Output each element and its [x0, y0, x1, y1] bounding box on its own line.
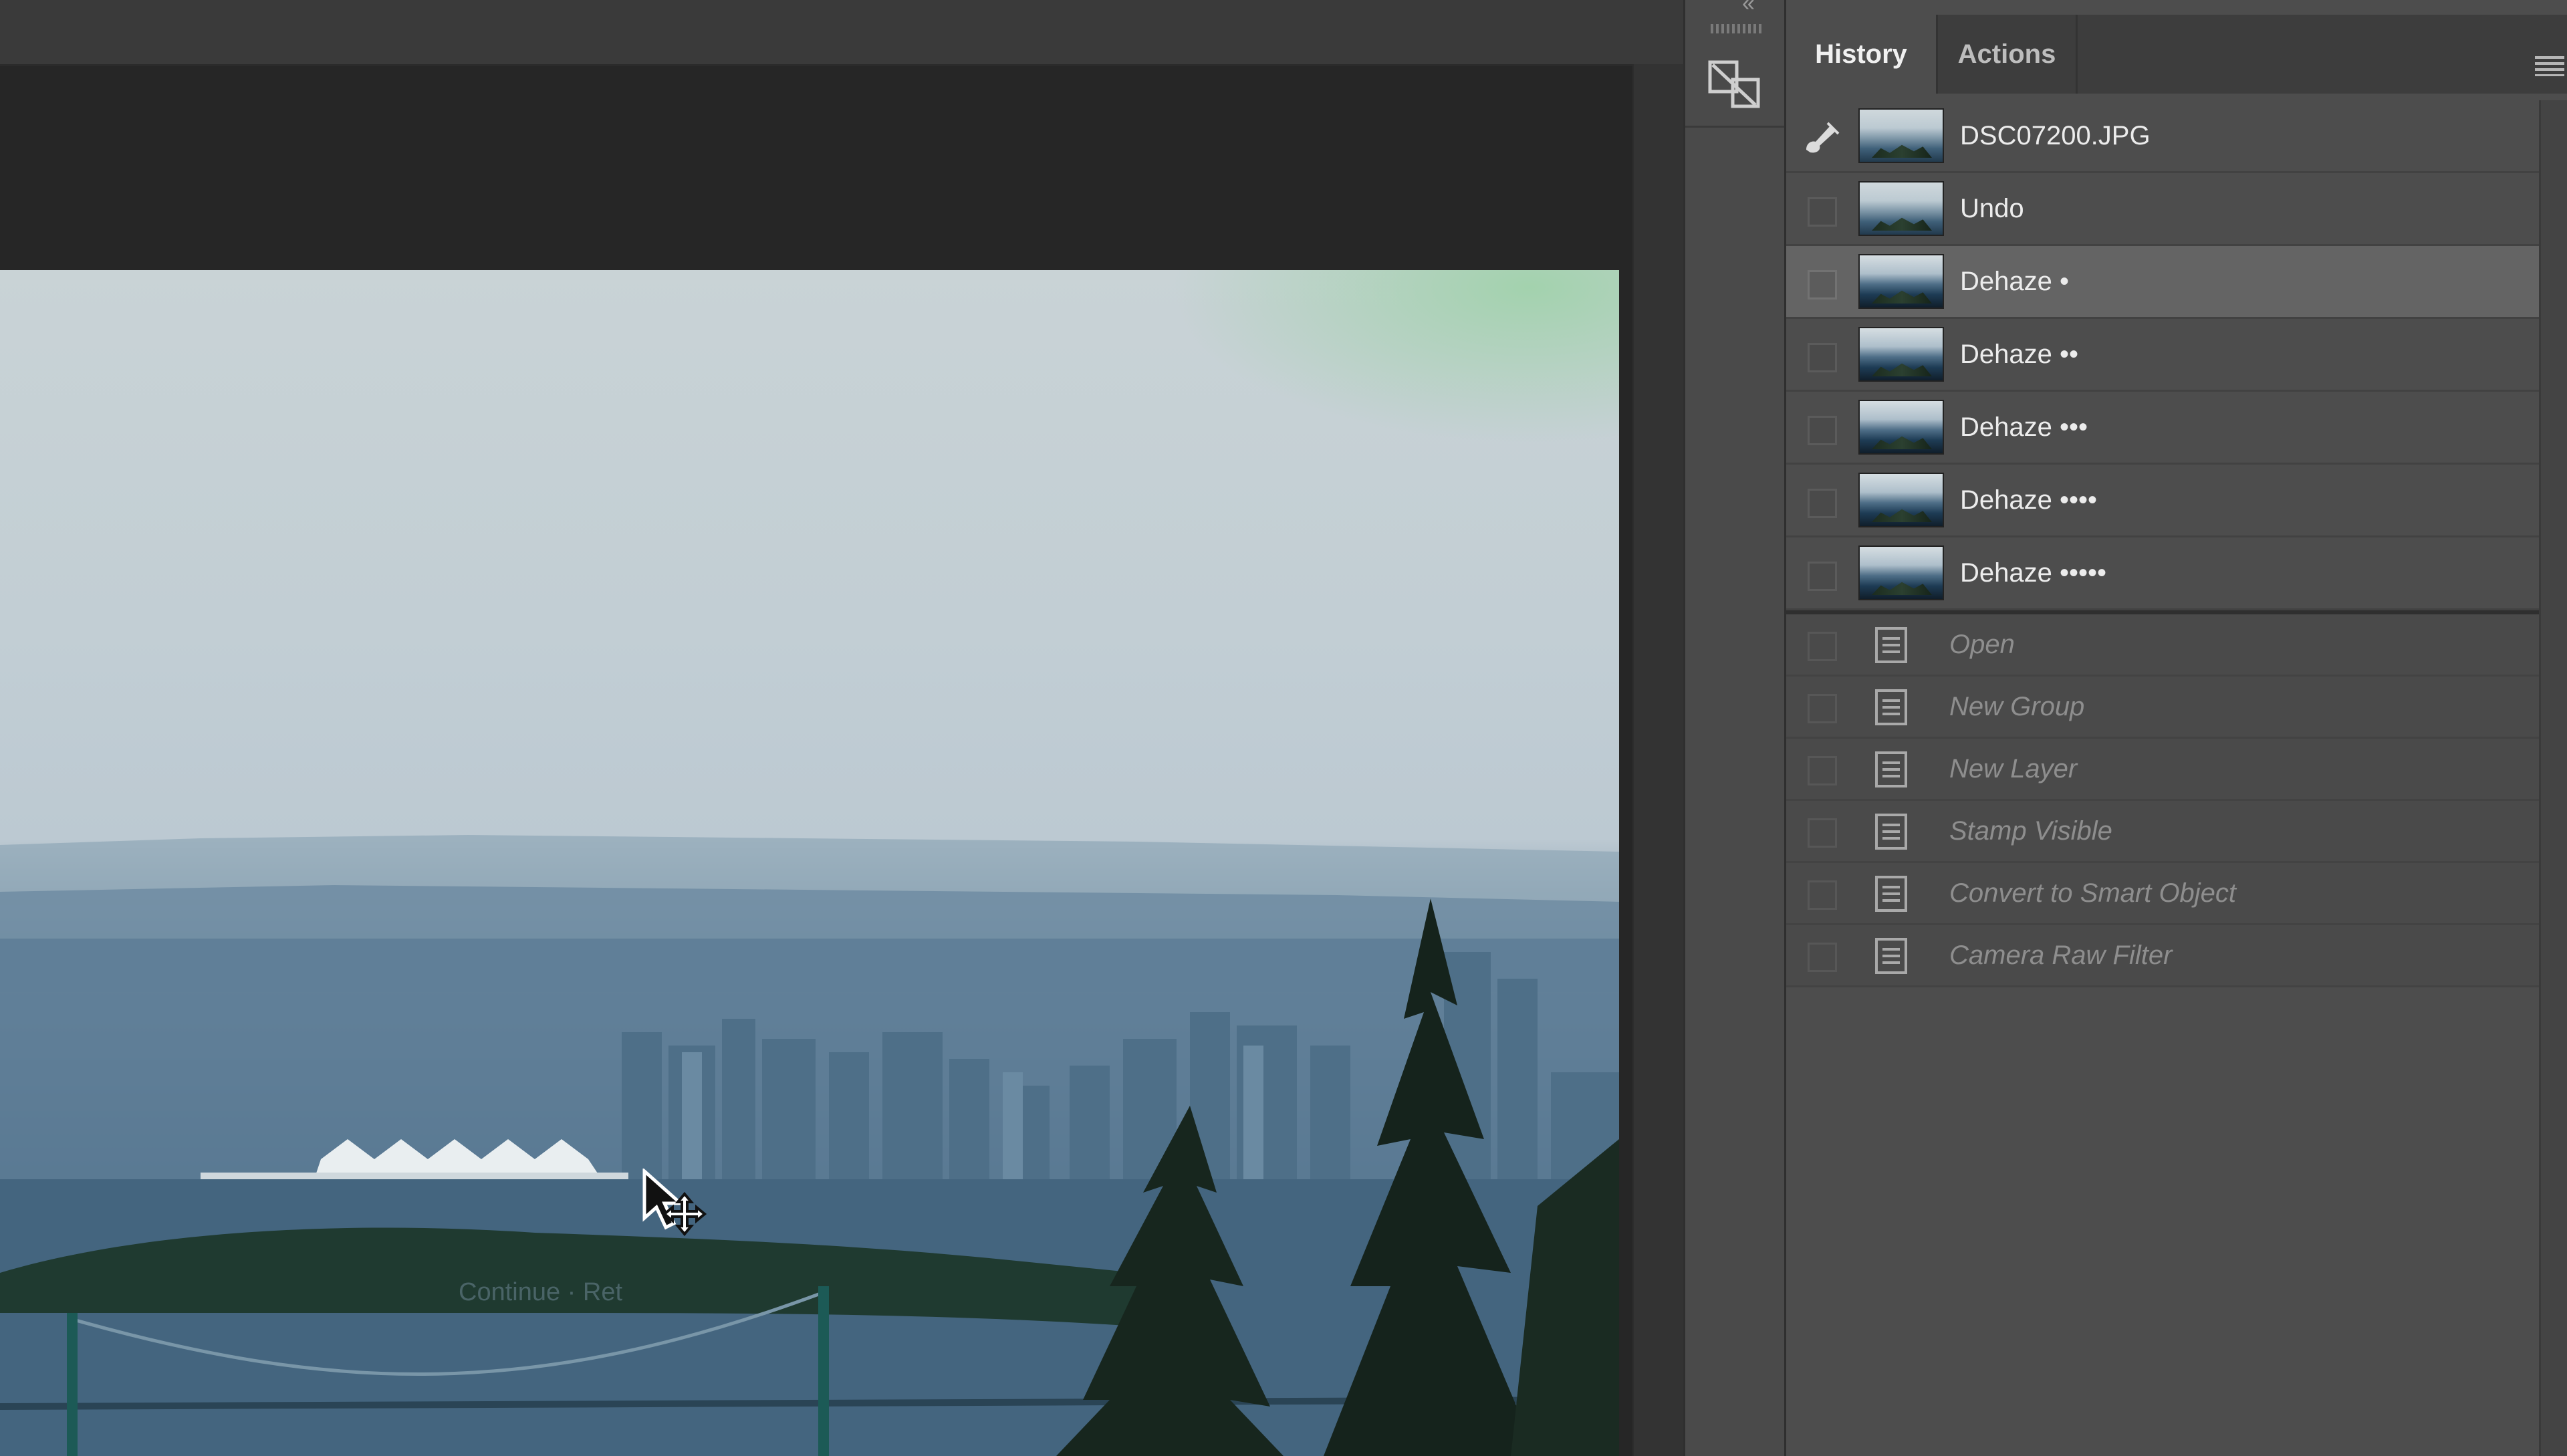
city-scene — [0, 835, 1619, 1456]
undone-state-label: New Group — [1949, 691, 2085, 721]
history-state-row[interactable]: Dehaze ••• — [1786, 392, 2539, 465]
history-source-checkbox[interactable] — [1808, 489, 1837, 518]
state-thumbnail — [1858, 181, 1944, 236]
state-thumbnail — [1858, 254, 1944, 309]
history-state-row[interactable]: Undo — [1786, 173, 2539, 246]
document-top-bar — [0, 0, 1683, 66]
undone-state-row[interactable]: New Group — [1786, 677, 2539, 739]
snapshot-label: DSC07200.JPG — [1960, 120, 2151, 150]
tab-actions[interactable]: Actions — [1936, 15, 2078, 94]
history-state-label: Dehaze ••• — [1960, 412, 2088, 442]
history-source-checkbox[interactable] — [1808, 694, 1837, 723]
history-source-checkbox[interactable] — [1808, 818, 1837, 848]
undone-state-row[interactable]: Convert to Smart Object — [1786, 863, 2539, 925]
history-source-checkbox[interactable] — [1808, 632, 1837, 661]
history-source-checkbox[interactable] — [1808, 756, 1837, 785]
state-thumbnail — [1858, 327, 1944, 382]
undone-state-row[interactable]: Open — [1786, 614, 2539, 677]
history-state-label: Dehaze • — [1960, 266, 2069, 296]
move-cursor-icon — [642, 1167, 715, 1242]
history-state-label: Dehaze ••••• — [1960, 558, 2107, 588]
collapse-left-icon[interactable]: « — [1742, 0, 1755, 17]
undone-state-label: Open — [1949, 629, 2015, 659]
tab-history[interactable]: History — [1786, 15, 1936, 94]
document-area: Continue · Ret — [0, 0, 1683, 1456]
panel-tab-bar: History Actions — [1786, 15, 2567, 94]
history-source-checkbox[interactable] — [1808, 562, 1837, 591]
snapshot-thumbnail — [1858, 108, 1944, 163]
undone-state-row[interactable]: Camera Raw Filter — [1786, 925, 2539, 987]
history-state-row[interactable]: Dehaze ••••• — [1786, 537, 2539, 610]
history-brush-icon[interactable] — [1801, 119, 1841, 154]
history-source-checkbox[interactable] — [1808, 416, 1837, 445]
panel-scrollbar[interactable] — [2539, 100, 2567, 1456]
document-icon — [1875, 814, 1907, 850]
undone-state-label: Camera Raw Filter — [1949, 940, 2173, 970]
history-source-checkbox[interactable] — [1808, 943, 1837, 972]
history-panel-icon — [1708, 60, 1760, 108]
history-state-row[interactable]: Dehaze •••• — [1786, 465, 2539, 537]
undone-state-label: Convert to Smart Object — [1949, 878, 2237, 908]
canvas-photo[interactable]: Continue · Ret — [0, 270, 1619, 1456]
document-icon — [1875, 938, 1907, 974]
state-thumbnail — [1858, 400, 1944, 455]
history-source-checkbox[interactable] — [1808, 197, 1837, 227]
undone-state-label: New Layer — [1949, 753, 2078, 783]
grip-handle-icon[interactable] — [1711, 24, 1763, 33]
document-scrollbar[interactable] — [1632, 64, 1683, 1456]
history-state-row[interactable]: Dehaze •• — [1786, 319, 2539, 392]
state-thumbnail — [1858, 473, 1944, 527]
document-icon — [1875, 627, 1907, 663]
history-state-label: Dehaze •••• — [1960, 485, 2097, 515]
undone-state-row[interactable]: Stamp Visible — [1786, 801, 2539, 863]
undone-state-label: Stamp Visible — [1949, 816, 2112, 846]
document-icon — [1875, 751, 1907, 787]
canvas-ghost-text: Continue · Ret — [459, 1278, 623, 1306]
history-source-checkbox[interactable] — [1808, 343, 1837, 372]
document-icon — [1875, 876, 1907, 912]
history-state-row[interactable]: Dehaze • — [1786, 246, 2539, 319]
panel-icon-strip — [1683, 0, 1786, 1456]
panel-menu-icon[interactable] — [2535, 56, 2564, 76]
document-icon — [1875, 689, 1907, 725]
history-source-checkbox[interactable] — [1808, 880, 1837, 910]
history-source-checkbox[interactable] — [1808, 270, 1837, 299]
history-state-label: Dehaze •• — [1960, 339, 2078, 369]
history-list: DSC07200.JPG Undo Dehaze • Dehaze •• Deh… — [1786, 100, 2539, 987]
history-panel: History Actions DSC07200.JPG Undo Dehaze… — [1786, 0, 2567, 1456]
history-snapshot-row[interactable]: DSC07200.JPG — [1786, 100, 2539, 173]
history-state-label: Undo — [1960, 193, 2024, 223]
state-thumbnail — [1858, 545, 1944, 600]
undone-state-row[interactable]: New Layer — [1786, 739, 2539, 801]
history-panel-button[interactable] — [1685, 43, 1784, 128]
